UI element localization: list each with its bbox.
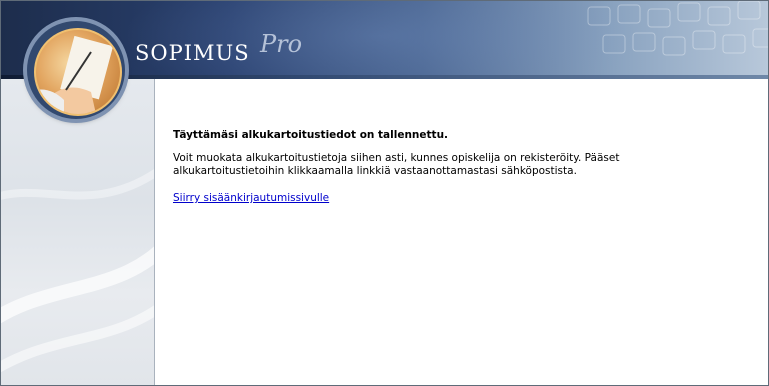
message-line-1: Voit muokata alkukartoitustietoja siihen… bbox=[173, 152, 620, 164]
page-frame: SOPIMUS Pro Täyttämäsi alkukartoitustied… bbox=[0, 0, 769, 386]
brand-name: SOPIMUS bbox=[135, 41, 250, 65]
message-line-2: alkukartoitustietoihin klikkaamalla link… bbox=[173, 165, 577, 177]
confirmation-title: Täyttämäsi alkukartoitustiedot on tallen… bbox=[173, 129, 449, 141]
sidebar-swirl-decoration bbox=[1, 168, 154, 373]
left-sidebar bbox=[1, 79, 155, 385]
keyboard-background-graphic bbox=[587, 1, 768, 56]
login-page-link[interactable]: Siirry sisäänkirjautumissivulle bbox=[173, 192, 329, 204]
brand-suffix: Pro bbox=[260, 30, 303, 58]
confirmation-message: Voit muokata alkukartoitustietoja siihen… bbox=[173, 152, 753, 178]
writing-hand-image bbox=[34, 28, 122, 116]
main-content: Täyttämäsi alkukartoitustiedot on tallen… bbox=[173, 129, 753, 205]
